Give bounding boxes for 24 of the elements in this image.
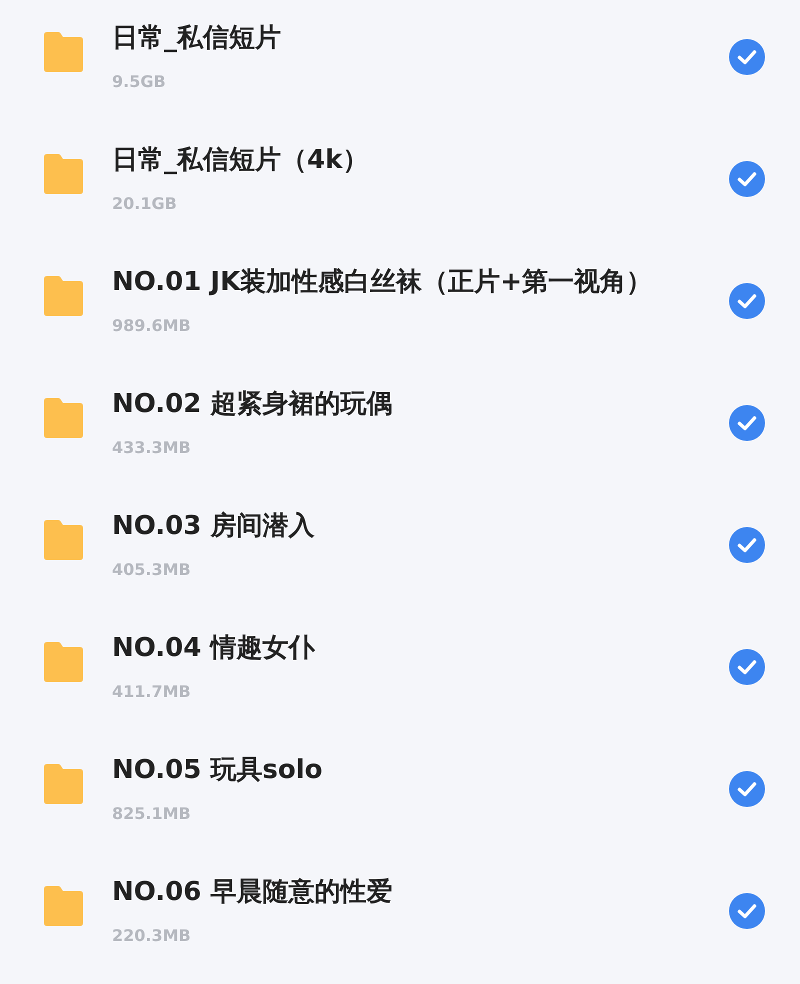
checkbox[interactable]	[729, 404, 765, 440]
file-name: NO.06 早晨随意的性爱	[112, 876, 394, 909]
checkbox[interactable]	[729, 526, 765, 562]
file-name: NO.05 玩具solo	[112, 754, 324, 787]
file-size: 405.3MB	[112, 560, 192, 580]
checkbox[interactable]	[729, 892, 765, 928]
file-name: NO.01 JK装加性感白丝袜（正片+第一视角）	[112, 266, 654, 299]
file-size: 989.6MB	[112, 316, 192, 336]
file-size: 220.3MB	[112, 926, 192, 946]
file-name: NO.04 情趣女仆	[112, 632, 316, 665]
checkbox[interactable]	[729, 160, 765, 196]
file-size: 9.5GB	[112, 72, 167, 92]
checkbox[interactable]	[729, 38, 765, 74]
file-size: 825.1MB	[112, 804, 192, 824]
file-name: 日常_私信短片（4k）	[112, 144, 370, 177]
file-name: 日常_私信短片	[112, 22, 282, 55]
file-size: 433.3MB	[112, 438, 192, 458]
checkbox[interactable]	[729, 648, 765, 684]
checkbox[interactable]	[729, 770, 765, 806]
file-size: 411.7MB	[112, 682, 192, 702]
file-name: NO.03 房间潜入	[112, 510, 316, 543]
file-name: NO.02 超紧身裙的玩偶	[112, 388, 394, 421]
file-size: 20.1GB	[112, 194, 178, 214]
checkbox[interactable]	[729, 282, 765, 318]
